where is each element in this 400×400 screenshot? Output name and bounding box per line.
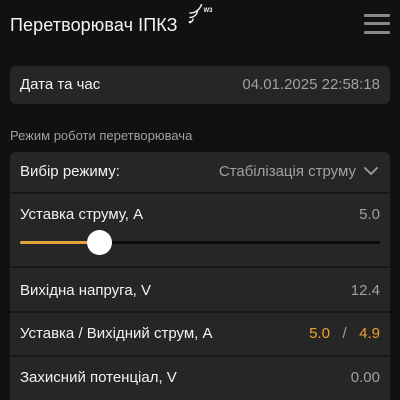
current-setpoint-value: 5.0 (359, 206, 380, 223)
divider (10, 192, 390, 194)
output-current-value: 4.9 (359, 325, 380, 342)
menu-icon-bar (364, 31, 390, 34)
menu-button[interactable] (364, 12, 390, 36)
mode-select-value: Стабілізація струму (218, 163, 356, 180)
setpoint-value: 5.0 (309, 325, 330, 342)
hamburger-menu-icon (364, 14, 390, 17)
mode-card: Вибір режиму: Стабілізація струму Уставк… (10, 152, 390, 400)
divider (10, 266, 390, 268)
datetime-label: Дата та час (20, 76, 101, 93)
menu-icon-bar (364, 22, 390, 25)
protective-potential-value: 0.00 (350, 369, 380, 386)
output-voltage-label: Вихідна напруга, V (20, 282, 152, 299)
mode-label: Вибір режиму: (20, 163, 120, 180)
value-separator: / (342, 325, 347, 342)
header: Перетворювач ІПКЗ W3 (0, 0, 400, 50)
divider (10, 311, 390, 313)
current-setpoint-label: Уставка струму, А (20, 206, 144, 223)
setpoint-output-label: Уставка / Вихідний струм, А (20, 325, 213, 342)
chevron-down-icon (364, 167, 378, 175)
slider-thumb[interactable] (87, 230, 112, 255)
setpoint-output-values: 5.0 / 4.9 (309, 325, 380, 342)
mode-select[interactable]: Стабілізація струму (178, 152, 378, 192)
protective-potential-label: Захисний потенціал, V (20, 369, 177, 386)
current-setpoint-slider[interactable] (20, 230, 380, 256)
section-title: Режим роботи перетворювача (10, 128, 193, 143)
datetime-value: 04.01.2025 22:58:18 (242, 76, 380, 93)
datetime-card: Дата та час 04.01.2025 22:58:18 (10, 66, 390, 104)
app-root: Перетворювач ІПКЗ W3 Дата та час 04.01.2… (0, 0, 400, 400)
divider (10, 355, 390, 357)
signal-tag: W3 (204, 8, 214, 14)
wifi-signal-icon: W3 (188, 4, 214, 24)
output-voltage-value: 12.4 (350, 282, 380, 299)
page-title: Перетворювач ІПКЗ (10, 15, 178, 35)
